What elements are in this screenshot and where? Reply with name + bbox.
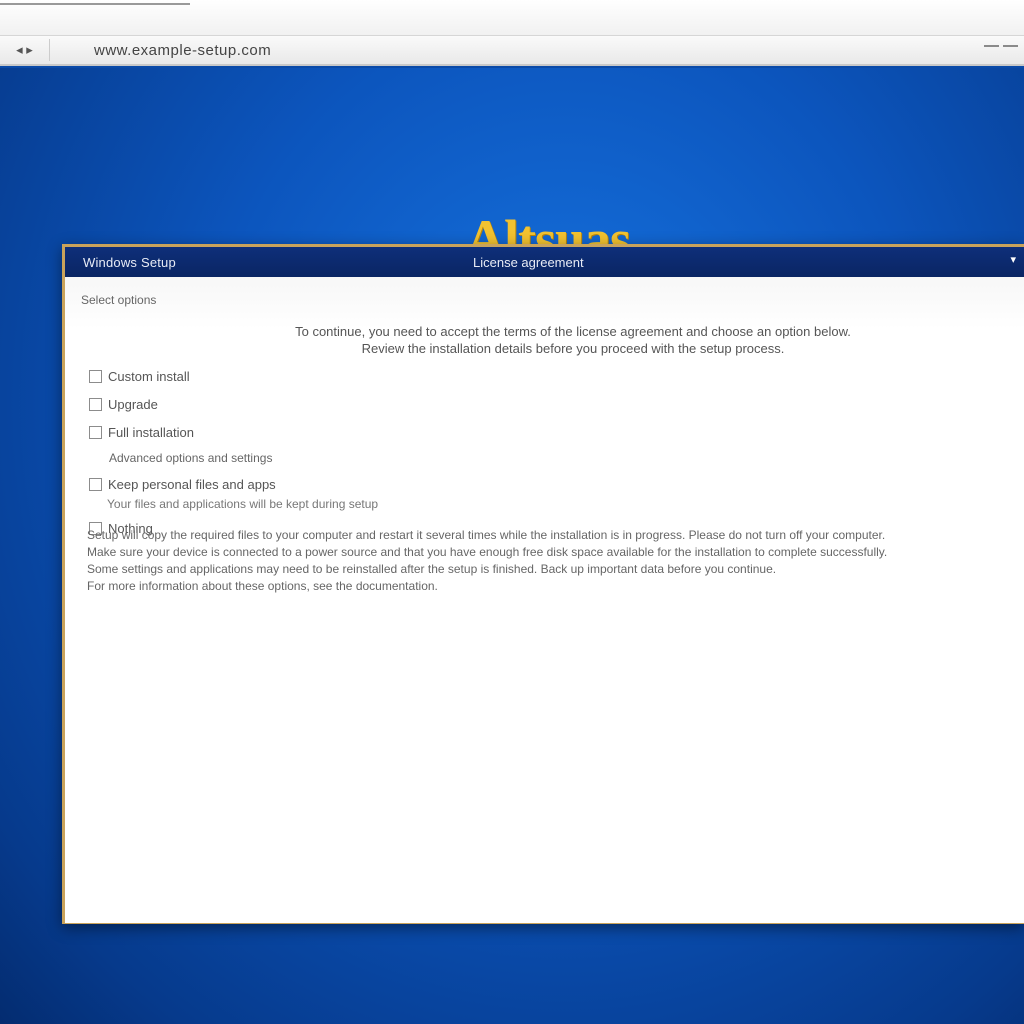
option-custom[interactable]: Custom install bbox=[89, 363, 609, 389]
checkbox[interactable] bbox=[89, 397, 102, 411]
checkbox[interactable] bbox=[89, 477, 102, 491]
tab-indicator bbox=[0, 3, 190, 5]
setup-dialog: Windows Setup License agreement ▾ Select… bbox=[62, 244, 1024, 924]
details-line: Make sure your device is connected to a … bbox=[87, 545, 888, 559]
checkbox[interactable] bbox=[89, 425, 102, 439]
notice-text: To continue, you need to accept the term… bbox=[153, 323, 993, 357]
dialog-subtitle: License agreement bbox=[473, 255, 584, 270]
option-full[interactable]: Full installation bbox=[89, 419, 609, 445]
window-controls-icon[interactable] bbox=[984, 45, 1018, 51]
details-line: For more information about these options… bbox=[87, 579, 438, 593]
option-label: Advanced options and settings bbox=[109, 451, 273, 465]
back-forward-icon[interactable]: ◂ ▸ bbox=[0, 39, 50, 61]
option-description: Your files and applications will be kept… bbox=[107, 497, 379, 511]
option-advanced[interactable]: Advanced options and settings bbox=[89, 447, 609, 469]
option-keep-files[interactable]: Keep personal files and apps bbox=[89, 471, 609, 497]
option-upgrade[interactable]: Upgrade bbox=[89, 391, 609, 417]
dialog-titlebar: Windows Setup License agreement ▾ bbox=[65, 247, 1024, 277]
details-line: Some settings and applications may need … bbox=[87, 562, 777, 576]
option-label: Keep personal files and apps bbox=[108, 476, 276, 492]
notice-line: To continue, you need to accept the term… bbox=[295, 324, 851, 339]
checkbox[interactable] bbox=[89, 369, 102, 383]
section-label: Select options bbox=[81, 293, 157, 307]
option-label: Upgrade bbox=[108, 396, 158, 412]
dialog-body: Select options To continue, you need to … bbox=[65, 277, 1024, 923]
option-label: Full installation bbox=[108, 424, 194, 440]
install-options: Custom install Upgrade Full installation… bbox=[89, 363, 609, 543]
browser-title-strip bbox=[0, 0, 1024, 36]
dialog-title: Windows Setup bbox=[83, 255, 176, 270]
notice-line: Review the installation details before y… bbox=[361, 341, 785, 356]
option-label: Custom install bbox=[108, 368, 190, 384]
dialog-menu-icon[interactable]: ▾ bbox=[1010, 253, 1016, 266]
details-text: Setup will copy the required files to yo… bbox=[87, 527, 1021, 595]
address-bar: ◂ ▸ www.example-setup.com bbox=[0, 36, 1024, 66]
url-field[interactable]: www.example-setup.com bbox=[94, 42, 271, 59]
details-line: Setup will copy the required files to yo… bbox=[87, 528, 886, 542]
